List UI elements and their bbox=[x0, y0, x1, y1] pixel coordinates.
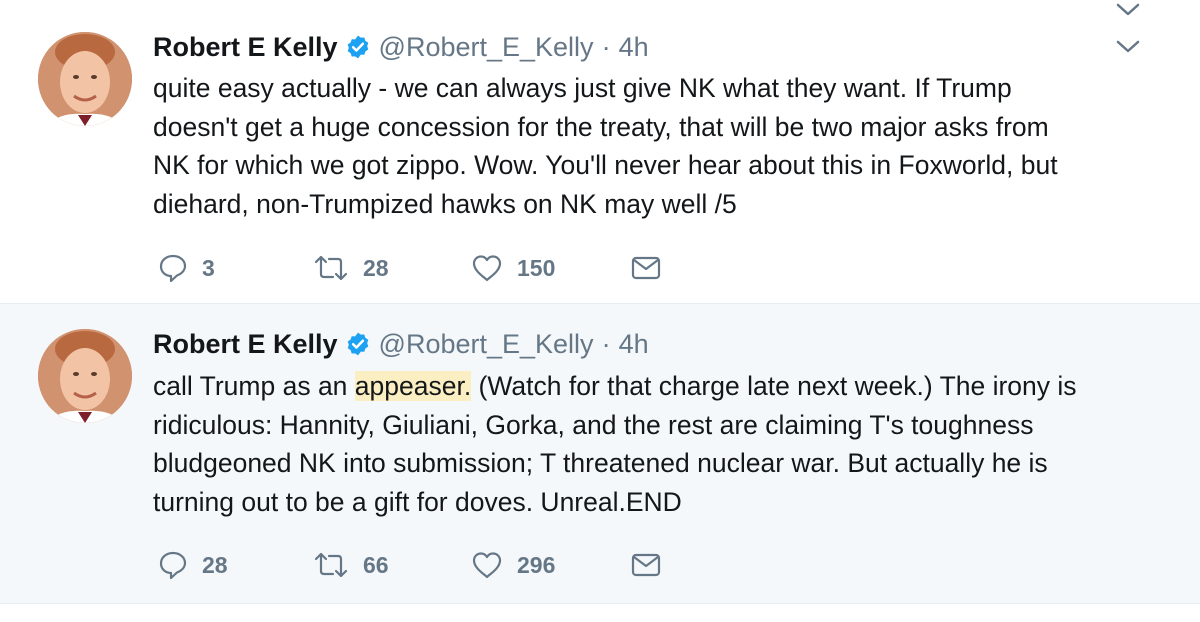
retweet-count: 28 bbox=[363, 254, 389, 281]
tweet-text-line: call Trump as an appeaser. (Watch for th… bbox=[153, 367, 1163, 406]
tweet-timestamp[interactable]: 4h bbox=[619, 329, 649, 360]
tweet-actions: 3 28 150 bbox=[158, 253, 661, 283]
tweet-header: Robert E Kelly @Robert_E_Kelly · 4h bbox=[153, 30, 649, 64]
tweet-text-line: turning out to be a gift for doves. Unre… bbox=[153, 486, 682, 517]
author-avatar[interactable] bbox=[38, 329, 132, 423]
reply-button[interactable]: 28 bbox=[158, 550, 313, 580]
caret-down-icon[interactable] bbox=[1114, 37, 1142, 57]
author-name[interactable]: Robert E Kelly bbox=[153, 32, 338, 63]
tweet-text-line: doesn't get a huge concession for the tr… bbox=[153, 111, 1049, 142]
tweet-text-line: NK for which we got zippo. Wow. You'll n… bbox=[153, 150, 1058, 180]
like-button[interactable]: 296 bbox=[471, 550, 631, 580]
tweet-actions: 28 66 296 bbox=[158, 550, 661, 580]
verified-badge-icon bbox=[347, 332, 368, 356]
like-icon bbox=[472, 255, 502, 282]
reply-count: 3 bbox=[202, 254, 215, 281]
text-segment: call Trump as an bbox=[153, 371, 355, 401]
separator-dot: · bbox=[601, 31, 611, 62]
tweet-header: Robert E Kelly @Robert_E_Kelly · 4h bbox=[153, 327, 649, 361]
tweet-timestamp[interactable]: 4h bbox=[619, 32, 649, 63]
dm-button[interactable] bbox=[631, 552, 661, 578]
reply-icon bbox=[159, 551, 187, 580]
author-handle[interactable]: @Robert_E_Kelly bbox=[379, 32, 594, 63]
dm-envelope-icon bbox=[631, 256, 661, 280]
like-count: 150 bbox=[517, 254, 556, 281]
tweet-text-line: diehard, non-Trumpized hawks on NK may w… bbox=[153, 188, 737, 219]
tweet-1[interactable]: Robert E Kelly @Robert_E_Kelly · 4h quit… bbox=[0, 0, 1200, 303]
reply-icon bbox=[159, 254, 187, 283]
separator-dot: · bbox=[601, 328, 611, 359]
tweet-text: call Trump as an appeaser. (Watch for th… bbox=[153, 367, 1163, 521]
tweet-text-line: bludgeoned NK into submission; T threate… bbox=[153, 448, 1048, 478]
caret-down-icon[interactable] bbox=[1114, 0, 1142, 20]
like-button[interactable]: 150 bbox=[471, 253, 631, 283]
retweet-icon bbox=[314, 552, 348, 578]
like-count: 296 bbox=[517, 551, 556, 578]
author-handle[interactable]: @Robert_E_Kelly bbox=[379, 329, 594, 360]
dm-button[interactable] bbox=[631, 255, 661, 281]
reply-count: 28 bbox=[202, 551, 228, 578]
retweet-count: 66 bbox=[363, 551, 389, 578]
tweet-text: quite easy actually - we can always just… bbox=[153, 69, 1163, 223]
tweet-2[interactable]: Robert E Kelly @Robert_E_Kelly · 4h call… bbox=[0, 303, 1200, 604]
tweet-text-line: quite easy actually - we can always just… bbox=[153, 73, 1012, 103]
dm-envelope-icon bbox=[631, 553, 661, 577]
retweet-button[interactable]: 28 bbox=[313, 253, 471, 283]
author-name[interactable]: Robert E Kelly bbox=[153, 329, 338, 360]
text-segment: (Watch for that charge late next week.) … bbox=[471, 371, 1077, 401]
timeline-separator bbox=[0, 603, 1200, 622]
retweet-button[interactable]: 66 bbox=[313, 550, 471, 580]
tweet-text-line: ridiculous: Hannity, Giuliani, Gorka, an… bbox=[153, 409, 1034, 440]
reply-button[interactable]: 3 bbox=[158, 253, 313, 283]
author-avatar[interactable] bbox=[38, 32, 132, 126]
verified-badge-icon bbox=[347, 35, 368, 59]
retweet-icon bbox=[314, 255, 348, 281]
like-icon bbox=[472, 552, 502, 579]
highlighted-word: appeaser. bbox=[354, 371, 472, 401]
